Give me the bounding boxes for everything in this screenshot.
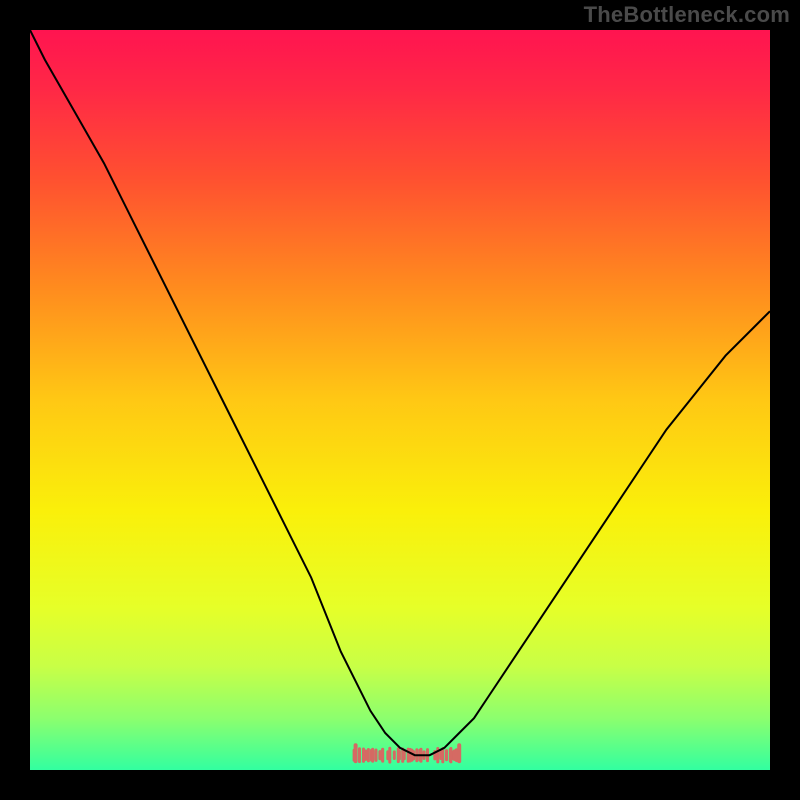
watermark-text: TheBottleneck.com [584,2,790,28]
gradient-background [30,30,770,770]
plot-area [30,30,770,770]
chart-frame: TheBottleneck.com [0,0,800,800]
chart-svg [30,30,770,770]
